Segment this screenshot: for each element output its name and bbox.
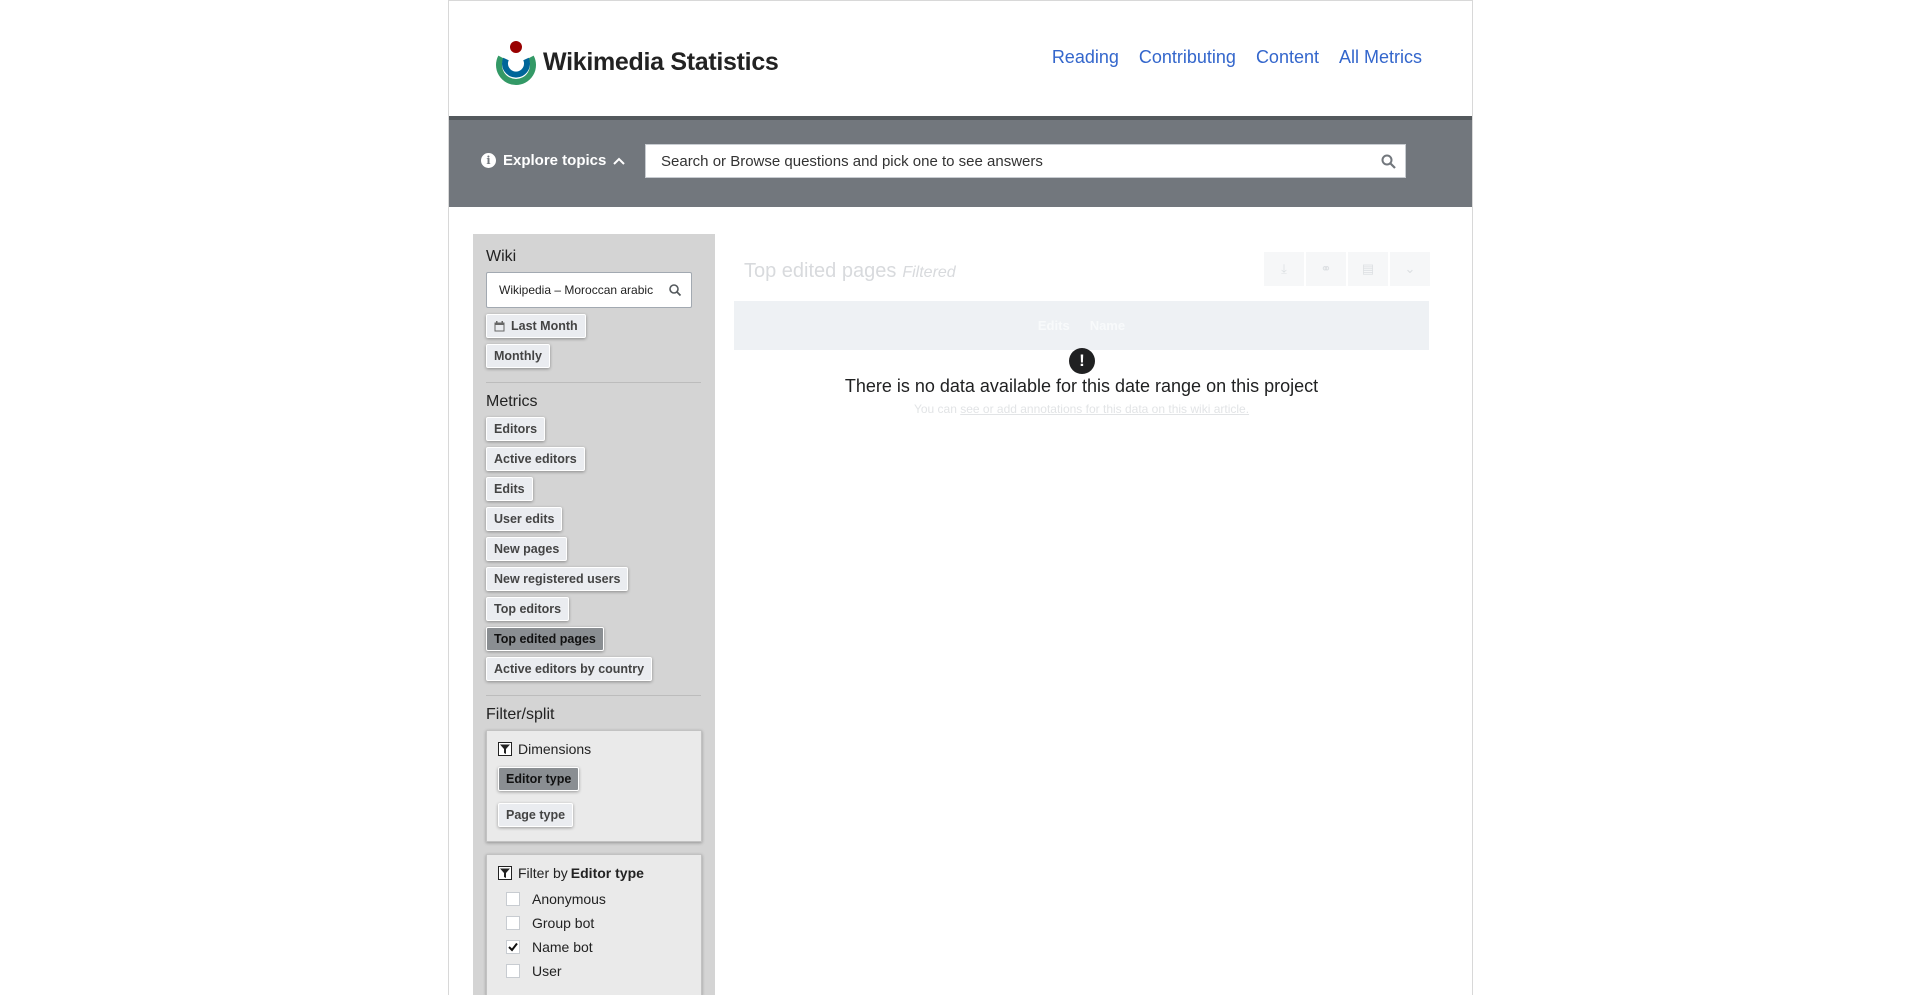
metric-edits[interactable]: Edits — [486, 477, 533, 501]
search-icon[interactable] — [1371, 144, 1405, 178]
calendar-icon — [494, 320, 505, 331]
link-icon[interactable]: ⚭ — [1306, 252, 1346, 286]
table-view-icon[interactable]: ▤ — [1348, 252, 1388, 286]
filter-option-anonymous[interactable]: Anonymous — [506, 891, 690, 907]
dimensions-box: Dimensions Editor type Page type — [486, 730, 702, 842]
site-header: Wikimedia Statistics Reading Contributin… — [449, 1, 1472, 120]
annotation-hint-prefix: You can — [913, 402, 961, 416]
column-header-edits[interactable]: Edits — [1038, 318, 1070, 333]
chevron-up-icon — [613, 157, 626, 165]
panel-title-tag: Filtered — [902, 264, 956, 281]
checkbox[interactable] — [506, 916, 520, 930]
no-data-message: There is no data available for this date… — [844, 376, 1319, 396]
search-placeholder: Search or Browse questions and pick one … — [661, 152, 1043, 170]
filter-option-label: Group bot — [532, 915, 595, 931]
panel-title: Top edited pages Filtered — [744, 260, 956, 283]
nav-all-metrics[interactable]: All Metrics — [1339, 47, 1422, 68]
filter-section-title: Filter/split — [486, 706, 555, 723]
column-header-name[interactable]: Name — [1090, 318, 1125, 333]
search-icon — [669, 284, 682, 297]
metric-new-registered-users[interactable]: New registered users — [486, 567, 629, 591]
dimensions-title: Dimensions — [498, 741, 690, 757]
alert-icon: ! — [1069, 348, 1095, 374]
explore-topics-label: Explore topics — [503, 152, 607, 169]
filter-option-group-bot[interactable]: Group bot — [506, 915, 690, 931]
panel-toolbar: ⤓ ⚭ ▤ ⌄ — [1264, 252, 1430, 286]
wiki-section-title: Wiki — [486, 248, 517, 265]
filter-icon — [498, 742, 512, 756]
annotation-hint: You can see or add annotations for this … — [715, 402, 1448, 416]
annotation-link[interactable]: see or add annotations for this data on … — [960, 402, 1249, 416]
explore-topics-button[interactable]: i Explore topics — [481, 152, 626, 169]
wikimedia-logo-icon — [496, 41, 536, 85]
filter-option-label: User — [532, 963, 562, 979]
checkbox[interactable] — [506, 892, 520, 906]
time-range-label: Last Month — [511, 319, 578, 333]
metric-top-editors[interactable]: Top editors — [486, 597, 570, 621]
filter-by-title: Filter by Editor type — [498, 865, 690, 881]
wiki-selector-input[interactable]: Wikipedia – Moroccan arabic — [486, 272, 692, 308]
main-panel: Top edited pages Filtered ⤓ ⚭ ▤ ⌄ Edits N… — [715, 234, 1448, 995]
explore-bar: i Explore topics Search or Browse questi… — [449, 120, 1472, 207]
page-frame: Wikimedia Statistics Reading Contributin… — [448, 0, 1473, 995]
wiki-selector-value: Wikipedia – Moroccan arabic — [499, 283, 654, 297]
table-header: Edits Name — [734, 301, 1429, 350]
sidebar: Wiki Wikipedia – Moroccan arabic Last Mo… — [473, 234, 715, 995]
filter-option-label: Anonymous — [532, 891, 606, 907]
metric-user-edits[interactable]: User edits — [486, 507, 563, 531]
checkbox-checked[interactable] — [506, 940, 520, 954]
nav-contributing[interactable]: Contributing — [1139, 47, 1236, 68]
divider — [486, 695, 701, 696]
divider — [486, 382, 701, 383]
info-icon: i — [481, 153, 496, 168]
nav-reading[interactable]: Reading — [1052, 47, 1119, 68]
metric-active-editors-by-country[interactable]: Active editors by country — [486, 657, 653, 681]
checkbox[interactable] — [506, 964, 520, 978]
panel-title-text: Top edited pages — [744, 260, 897, 282]
top-nav: Reading Contributing Content All Metrics — [1052, 47, 1422, 68]
filter-by-box: Filter by Editor type Anonymous Group bot… — [486, 854, 702, 995]
metric-top-edited-pages[interactable]: Top edited pages — [486, 627, 604, 651]
topics-search-input[interactable]: Search or Browse questions and pick one … — [645, 144, 1406, 178]
granularity-button[interactable]: Monthly — [486, 344, 550, 368]
content-area: Wiki Wikipedia – Moroccan arabic Last Mo… — [473, 234, 1448, 995]
logo[interactable]: Wikimedia Statistics — [493, 39, 779, 85]
dimension-editor-type[interactable]: Editor type — [498, 767, 580, 791]
metric-editors[interactable]: Editors — [486, 417, 546, 441]
checkmark-icon — [508, 942, 518, 952]
site-title: Wikimedia Statistics — [543, 47, 779, 76]
filter-option-name-bot[interactable]: Name bot — [506, 939, 690, 955]
time-range-button[interactable]: Last Month — [486, 314, 586, 338]
filter-by-value: Editor type — [570, 865, 644, 881]
dimensions-label: Dimensions — [518, 741, 592, 757]
filter-by-prefix: Filter by — [518, 865, 568, 881]
filter-option-user[interactable]: User — [506, 963, 690, 979]
metrics-section-title: Metrics — [486, 393, 538, 410]
filter-option-label: Name bot — [532, 939, 593, 955]
download-icon[interactable]: ⤓ — [1264, 252, 1304, 286]
metric-active-editors[interactable]: Active editors — [486, 447, 585, 471]
metric-new-pages[interactable]: New pages — [486, 537, 568, 561]
filter-icon — [498, 866, 512, 880]
dimension-page-type[interactable]: Page type — [498, 803, 574, 827]
chevron-down-icon[interactable]: ⌄ — [1390, 252, 1430, 286]
nav-content[interactable]: Content — [1256, 47, 1319, 68]
